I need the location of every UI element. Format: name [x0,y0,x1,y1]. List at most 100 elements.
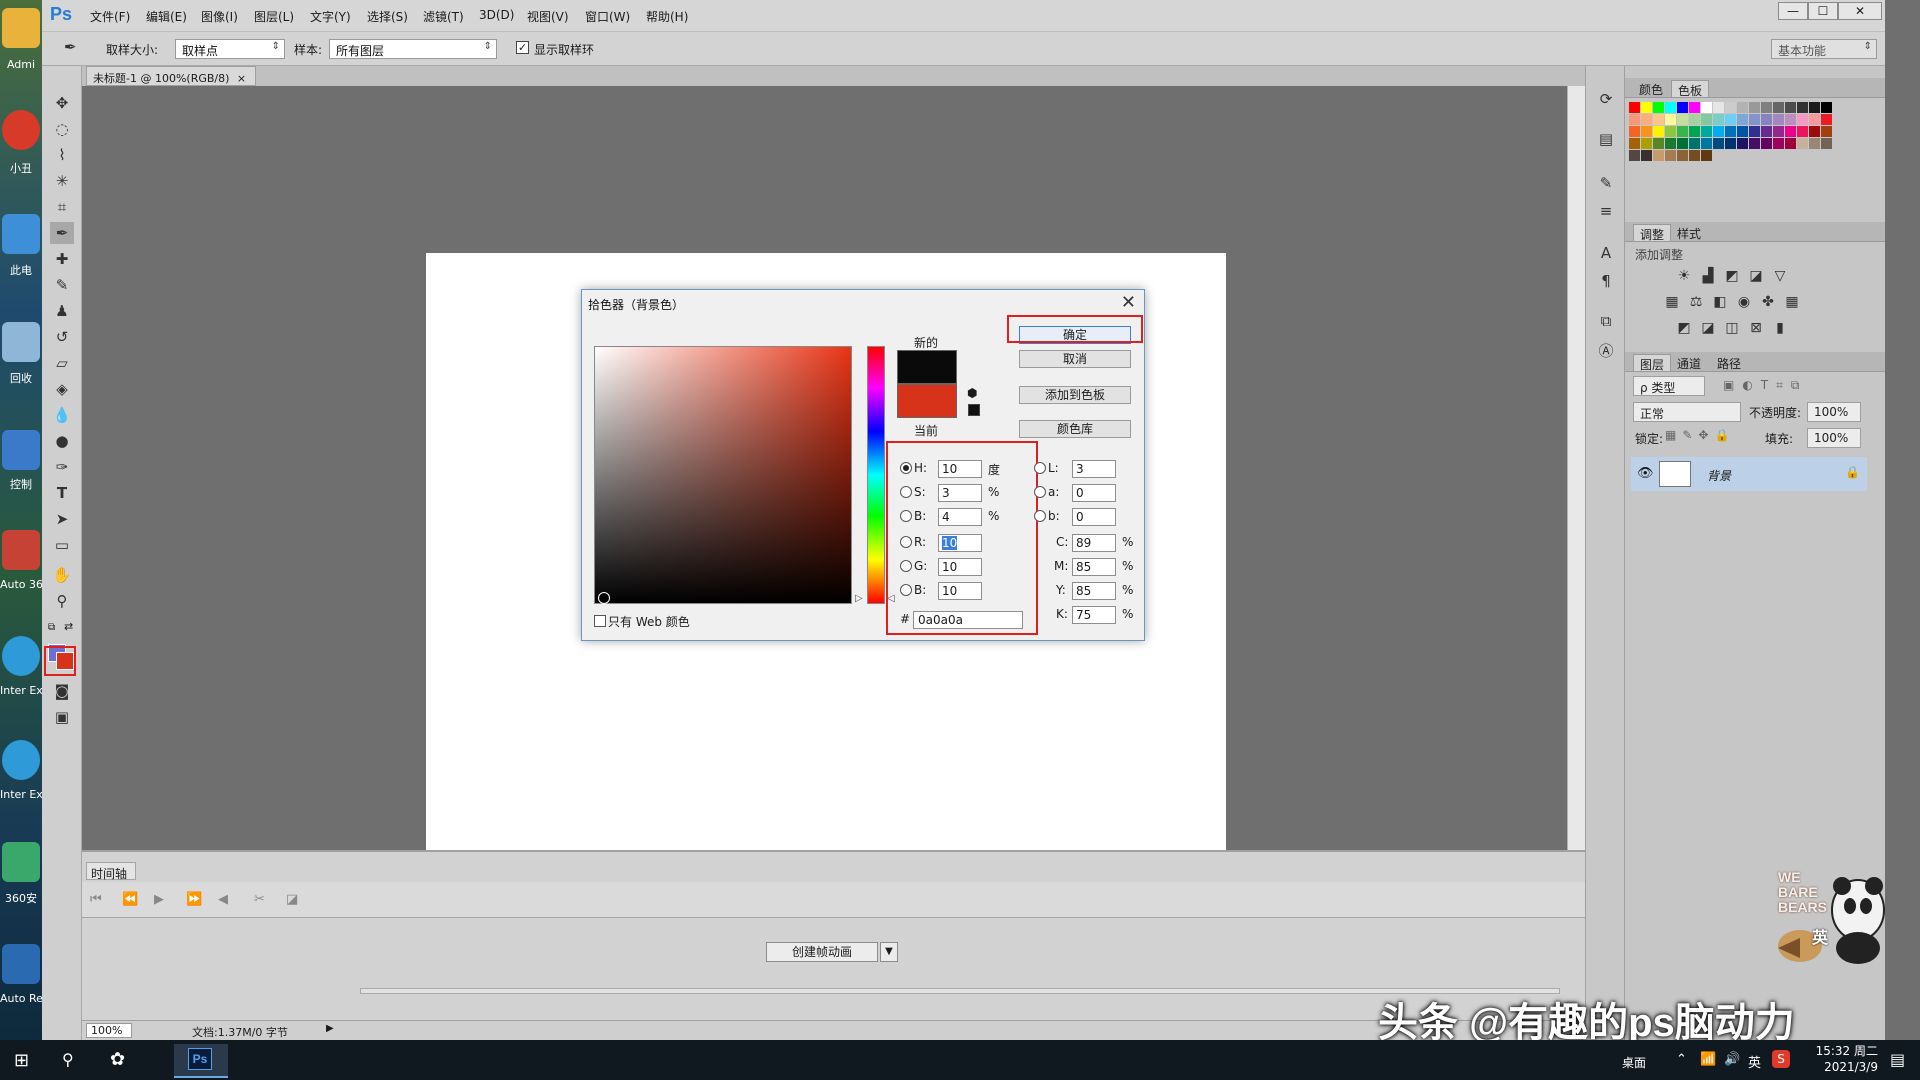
blur-tool-icon[interactable]: 💧 [50,404,74,426]
web-only-checkbox[interactable] [594,615,606,627]
color-swatch[interactable] [1677,114,1688,125]
lab-l-field[interactable]: 3 [1072,460,1116,478]
cyan-field[interactable]: 89 [1072,534,1116,552]
color-swatch[interactable] [1797,138,1808,149]
opacity-field[interactable]: 100% [1807,402,1861,422]
autocad-icon[interactable] [2,530,40,570]
show-ring-checkbox[interactable]: ✓ [516,41,529,54]
menu-type[interactable]: 文字(Y) [310,8,351,25]
maximize-button[interactable]: ☐ [1808,2,1838,20]
color-swatch[interactable] [1665,102,1676,113]
lab-l-radio[interactable] [1034,462,1046,474]
ime-label[interactable]: 英 [1748,1052,1761,1071]
color-swatch[interactable] [1797,114,1808,125]
color-swatch[interactable] [1749,138,1760,149]
blend-mode-select[interactable]: 正常 [1633,402,1741,422]
sogou-icon[interactable]: S [1772,1050,1790,1068]
color-swatch[interactable] [1665,138,1676,149]
magenta-field[interactable]: 85 [1072,558,1116,576]
history-brush-icon[interactable]: ↺ [50,326,74,348]
color-swatch[interactable] [1785,138,1796,149]
sample-size-select[interactable]: 取样点 [175,39,285,59]
info-icon[interactable]: ▤ [1596,130,1616,150]
notification-icon[interactable]: ▤ [1890,1050,1905,1069]
color-swatch[interactable] [1689,126,1700,137]
prev-frame-icon[interactable]: ⏪ [122,892,138,907]
levels-icon[interactable]: ▟ [1699,268,1717,286]
color-swatch[interactable] [1701,126,1712,137]
eraser-tool-icon[interactable]: ▱ [50,352,74,374]
color-swatch[interactable] [1665,126,1676,137]
color-swatch[interactable] [1797,102,1808,113]
autocad-icon[interactable] [2,944,40,984]
color-swatch[interactable] [1665,114,1676,125]
color-swatch[interactable] [1677,102,1688,113]
transition-icon[interactable]: ◪ [286,892,298,907]
layer-filter-select[interactable]: ρ 类型 [1633,376,1705,396]
next-frame-icon[interactable]: ⏩ [186,892,202,907]
color-swatch[interactable] [1725,126,1736,137]
color-swatch[interactable] [1677,138,1688,149]
paragraph-icon[interactable]: ¶ [1596,272,1616,292]
invert-icon[interactable]: ◩ [1675,320,1693,338]
black-white-icon[interactable]: ◧ [1711,294,1729,312]
color-swatch[interactable] [1653,126,1664,137]
eye-icon[interactable]: 👁 [1637,466,1654,481]
threshold-icon[interactable]: ◫ [1723,320,1741,338]
color-swatch[interactable] [1761,138,1772,149]
color-swatch[interactable] [1821,102,1832,113]
clock-date[interactable]: 2021/3/9 [1808,1060,1878,1074]
color-swatch[interactable] [1701,114,1712,125]
hand-tool-icon[interactable]: ✋ [50,564,74,586]
360-icon[interactable] [2,842,40,882]
brush-tool-icon[interactable]: ✎ [50,274,74,296]
color-swatch[interactable] [1653,102,1664,113]
workspace-select[interactable]: 基本功能 [1771,39,1877,59]
color-swatch[interactable] [1677,126,1688,137]
color-swatch[interactable] [1689,150,1700,161]
pen-tool-icon[interactable]: ✑ [50,456,74,478]
color-swatch[interactable] [1689,138,1700,149]
color-swatch[interactable] [1785,114,1796,125]
menu-file[interactable]: 文件(F) [90,8,130,25]
zoom-field[interactable]: 100% [86,1023,132,1038]
scissors-icon[interactable]: ✂ [254,892,265,907]
color-swatch[interactable] [1761,114,1772,125]
color-swatch[interactable] [1701,138,1712,149]
quick-select-tool-icon[interactable]: ✳ [50,170,74,192]
chevron-down-icon[interactable]: ▼ [880,942,898,962]
screen-mode-icon[interactable]: ▣ [50,706,74,728]
lab-b-radio[interactable] [1034,510,1046,522]
color-balance-icon[interactable]: ⚖ [1687,294,1705,312]
audio-icon[interactable]: ◀ [218,892,228,907]
color-swatch[interactable] [1629,126,1640,137]
tab-styles[interactable]: 样式 [1671,224,1707,241]
color-swatch[interactable] [1641,114,1652,125]
brush-panel-icon[interactable]: ✎ [1596,174,1616,194]
swap-colors-icon[interactable]: ⇄ [64,620,73,633]
play-icon[interactable]: ▶ [154,892,164,907]
hue-slider[interactable] [867,346,885,604]
tab-color[interactable]: 颜色 [1633,80,1669,97]
color-swatch[interactable] [1809,126,1820,137]
color-swatch[interactable] [1629,102,1640,113]
computer-icon[interactable] [2,214,40,254]
close-button[interactable]: ✕ [1838,2,1882,20]
fill-field[interactable]: 100% [1807,428,1861,448]
lock-icons[interactable]: ▦✎✥🔒 [1665,428,1735,442]
desktop-toolbar-label[interactable]: 桌面 [1622,1054,1646,1071]
color-swatch[interactable] [1629,150,1640,161]
color-swatch[interactable] [1749,102,1760,113]
photoshop-taskbar-button[interactable]: Ps [174,1044,228,1078]
tab-paths[interactable]: 路径 [1711,354,1747,371]
menu-select[interactable]: 选择(S) [367,8,408,25]
color-swatch[interactable] [1785,102,1796,113]
color-libraries-button[interactable]: 颜色库 [1019,420,1131,438]
paint-bucket-icon[interactable]: ◈ [50,378,74,400]
ie-icon[interactable] [2,740,40,780]
menu-3d[interactable]: 3D(D) [479,8,514,22]
rectangle-tool-icon[interactable]: ▭ [50,534,74,556]
character-styles-icon[interactable]: Ⓐ [1596,340,1616,360]
color-swatch[interactable] [1641,150,1652,161]
color-lookup-icon[interactable]: ▦ [1783,294,1801,312]
